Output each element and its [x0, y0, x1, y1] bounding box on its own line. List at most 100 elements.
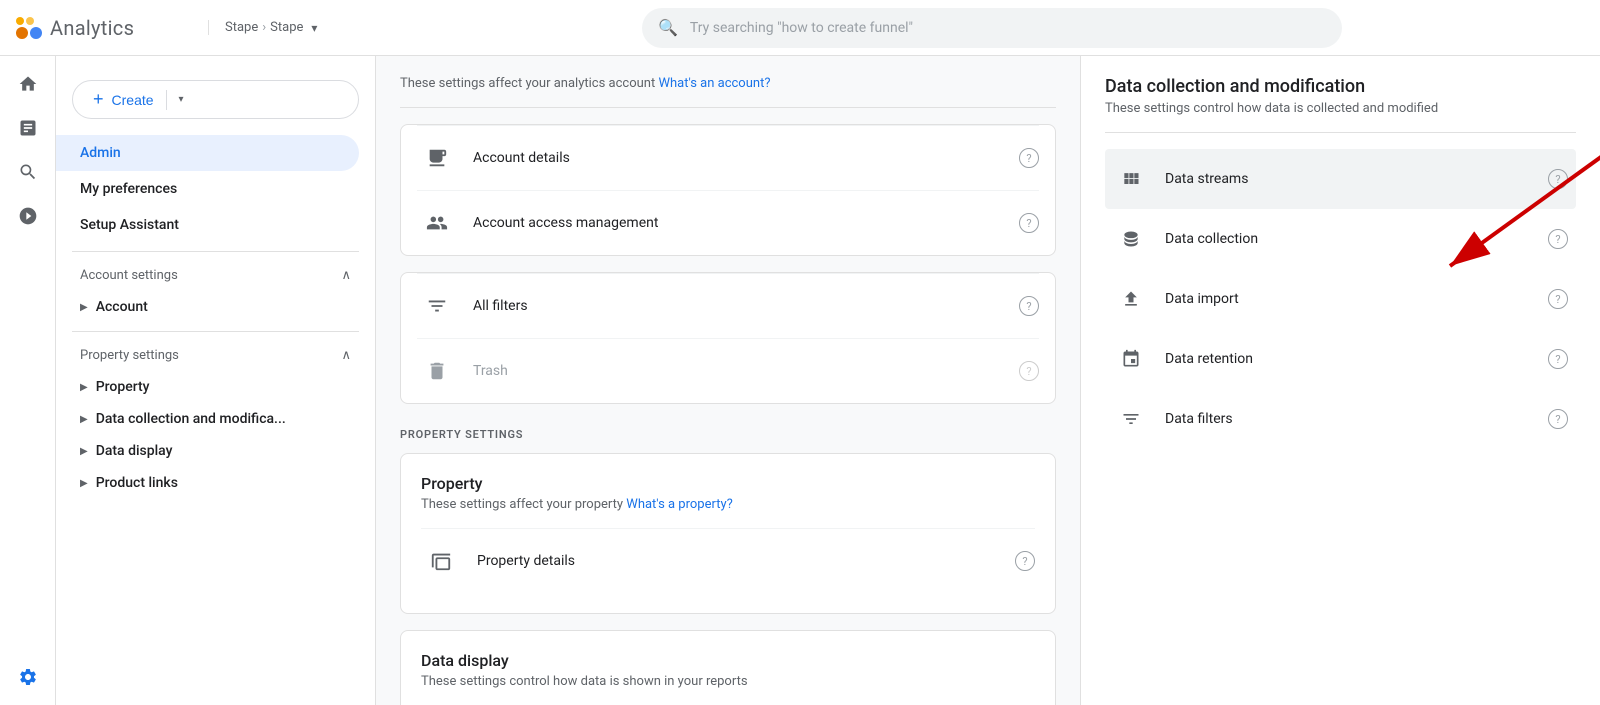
- account-details-help-icon[interactable]: ?: [1019, 148, 1039, 168]
- property-card-desc: These settings affect your property What…: [421, 497, 1035, 512]
- sidebar-item-property[interactable]: ▶ Property: [56, 371, 375, 403]
- create-btn-divider: [166, 90, 167, 110]
- sidebar-item-data-collection[interactable]: ▶ Data collection and modifica...: [56, 403, 375, 435]
- sidebar-data-display-label: Data display: [96, 443, 173, 459]
- sidebar-item-preferences[interactable]: My preferences: [56, 171, 359, 207]
- trash-help-icon[interactable]: ?: [1019, 361, 1039, 381]
- property-details-icon: [421, 541, 461, 581]
- main-layout: + Create ▾ Admin My preferences Setup As…: [0, 56, 1600, 705]
- all-filters-help-icon[interactable]: ?: [1019, 296, 1039, 316]
- settings-item-all-filters[interactable]: All filters ?: [417, 273, 1039, 338]
- search-bar[interactable]: 🔍 Try searching "how to create funnel": [642, 8, 1342, 48]
- all-filters-left: All filters: [417, 286, 528, 326]
- left-sidebar: + Create ▾ Admin My preferences Setup As…: [56, 56, 376, 705]
- data-filters-left: Data filters: [1113, 401, 1233, 437]
- data-streams-label: Data streams: [1165, 171, 1248, 187]
- data-streams-icon: [1113, 161, 1149, 197]
- data-filters-label: Data filters: [1165, 411, 1233, 427]
- sidebar-item-setup-assistant[interactable]: Setup Assistant: [56, 207, 359, 243]
- data-retention-left: Data retention: [1113, 341, 1253, 377]
- property-card: Property These settings affect your prop…: [400, 453, 1056, 614]
- create-label: Create: [112, 92, 154, 108]
- account-intro: These settings affect your analytics acc…: [400, 76, 1056, 108]
- right-item-data-retention[interactable]: Data retention ?: [1105, 329, 1576, 389]
- account-intro-text: These settings affect your analytics acc…: [400, 76, 655, 91]
- account-items-card: Account details ? Account access managem…: [400, 124, 1056, 256]
- data-retention-help-icon[interactable]: ?: [1548, 349, 1568, 369]
- data-display-expand-icon: ▶: [80, 446, 88, 457]
- right-item-data-streams[interactable]: Data streams ?: [1105, 149, 1576, 209]
- data-filters-help-icon[interactable]: ?: [1548, 409, 1568, 429]
- account-settings-collapse-icon: ∧: [341, 268, 351, 283]
- nav-settings-icon[interactable]: [8, 657, 48, 697]
- data-import-label: Data import: [1165, 291, 1239, 307]
- data-filters-icon: [1113, 401, 1149, 437]
- sidebar-item-admin[interactable]: Admin: [56, 135, 359, 171]
- access-management-icon: [417, 203, 457, 243]
- access-management-help-icon[interactable]: ?: [1019, 213, 1039, 233]
- data-display-card: Data display These settings control how …: [400, 630, 1056, 705]
- search-icon: 🔍: [658, 18, 678, 37]
- nav-advertising-icon[interactable]: [8, 196, 48, 236]
- right-panel-title: Data collection and modification: [1105, 76, 1576, 97]
- settings-item-trash[interactable]: Trash ?: [417, 338, 1039, 403]
- sidebar-divider-2: [72, 331, 359, 332]
- app-title: Analytics: [50, 16, 134, 40]
- breadcrumb[interactable]: Stape › Stape ▾: [208, 20, 388, 35]
- data-collection-left: Data collection: [1113, 221, 1258, 257]
- account-intro-link[interactable]: What's an account?: [658, 76, 770, 91]
- create-button[interactable]: + Create ▾: [72, 80, 359, 119]
- data-retention-icon: [1113, 341, 1149, 377]
- account-details-icon: [417, 138, 457, 178]
- data-streams-help-icon[interactable]: ?: [1548, 169, 1568, 189]
- data-streams-left: Data streams: [1113, 161, 1248, 197]
- property-section-label: PROPERTY SETTINGS: [400, 428, 1056, 441]
- right-item-data-filters[interactable]: Data filters ?: [1105, 389, 1576, 449]
- sidebar-divider-1: [72, 251, 359, 252]
- nav-home-icon[interactable]: [8, 64, 48, 104]
- property-details-help-icon[interactable]: ?: [1015, 551, 1035, 571]
- data-display-card-desc: These settings control how data is shown…: [421, 674, 1035, 689]
- breadcrumb-dropdown-icon[interactable]: ▾: [311, 21, 317, 35]
- logo-icon: [16, 17, 42, 39]
- data-import-help-icon[interactable]: ?: [1548, 289, 1568, 309]
- account-expand-icon: ▶: [80, 302, 88, 313]
- right-item-data-import[interactable]: Data import ?: [1105, 269, 1576, 329]
- search-placeholder: Try searching "how to create funnel": [690, 20, 913, 36]
- data-collection-help-icon[interactable]: ?: [1548, 229, 1568, 249]
- logo-area: Analytics: [16, 16, 196, 40]
- property-settings-header[interactable]: Property settings ∧: [56, 340, 375, 371]
- create-plus-icon: +: [93, 89, 104, 110]
- settings-item-account-details[interactable]: Account details ?: [417, 125, 1039, 190]
- nav-explore-icon[interactable]: [8, 152, 48, 192]
- account-details-label: Account details: [473, 150, 570, 166]
- settings-item-access-management[interactable]: Account access management ?: [417, 190, 1039, 255]
- sidebar-item-data-display[interactable]: ▶ Data display: [56, 435, 375, 467]
- right-panel: Data collection and modification These s…: [1080, 56, 1600, 705]
- nav-reports-icon[interactable]: [8, 108, 48, 148]
- property-desc-link[interactable]: What's a property?: [626, 497, 732, 512]
- settings-item-property-details[interactable]: Property details ?: [421, 528, 1035, 593]
- right-item-data-collection[interactable]: Data collection ?: [1105, 209, 1576, 269]
- settings-item-access-left: Account access management: [417, 203, 658, 243]
- sidebar-item-account[interactable]: ▶ Account: [56, 291, 375, 323]
- data-collection-expand-icon: ▶: [80, 414, 88, 425]
- trash-label: Trash: [473, 363, 508, 379]
- sidebar-item-preferences-label: My preferences: [80, 181, 177, 197]
- icon-sidebar: [0, 56, 56, 705]
- sidebar-item-admin-label: Admin: [80, 145, 121, 161]
- sidebar-item-product-links[interactable]: ▶ Product links: [56, 467, 375, 499]
- data-collection-icon: [1113, 221, 1149, 257]
- property-card-title: Property: [421, 474, 1035, 493]
- trash-icon: [417, 351, 457, 391]
- property-details-label: Property details: [477, 553, 575, 569]
- trash-left: Trash: [417, 351, 508, 391]
- sidebar-data-collection-label: Data collection and modifica...: [96, 411, 286, 427]
- breadcrumb-item-2: Stape: [270, 20, 303, 35]
- sidebar-property-label: Property: [96, 379, 150, 395]
- sidebar-item-setup-label: Setup Assistant: [80, 217, 179, 233]
- all-filters-icon: [417, 286, 457, 326]
- property-expand-icon: ▶: [80, 382, 88, 393]
- left-panel: These settings affect your analytics acc…: [376, 56, 1080, 705]
- account-settings-header[interactable]: Account settings ∧: [56, 260, 375, 291]
